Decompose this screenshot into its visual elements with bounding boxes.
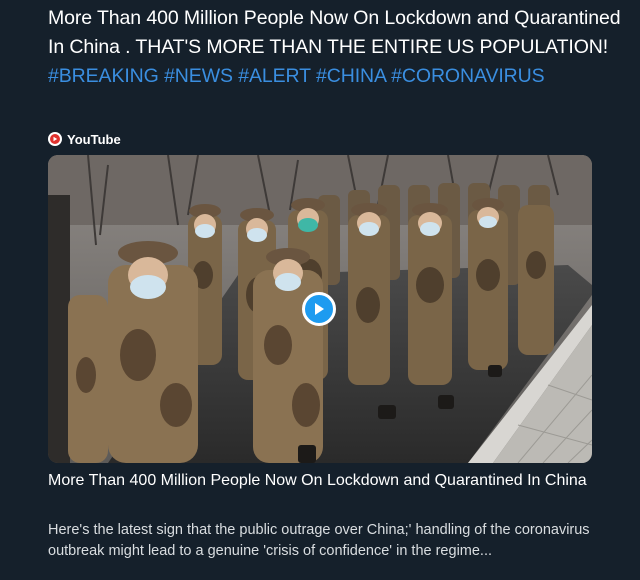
play-button[interactable] (302, 292, 336, 326)
youtube-icon (48, 132, 62, 146)
card-source[interactable]: YouTube (48, 130, 121, 148)
hashtag-china[interactable]: #CHINA (316, 65, 386, 87)
play-icon (315, 303, 324, 315)
tweet-body: More Than 400 Million People Now On Lock… (48, 7, 621, 58)
tweet-text: More Than 400 Million People Now On Lock… (48, 4, 628, 91)
hashtag-breaking[interactable]: #BREAKING (48, 65, 159, 87)
tweet: More Than 400 Million People Now On Lock… (0, 0, 640, 580)
card-title[interactable]: More Than 400 Million People Now On Lock… (48, 470, 608, 492)
hashtag-news[interactable]: #NEWS (164, 65, 233, 87)
video-thumbnail[interactable] (48, 155, 592, 463)
source-label: YouTube (67, 131, 121, 147)
card-description: Here's the latest sign that the public o… (48, 522, 590, 559)
hashtag-coronavirus[interactable]: #CORONAVIRUS (391, 65, 544, 87)
hashtag-alert[interactable]: #ALERT (238, 65, 311, 87)
